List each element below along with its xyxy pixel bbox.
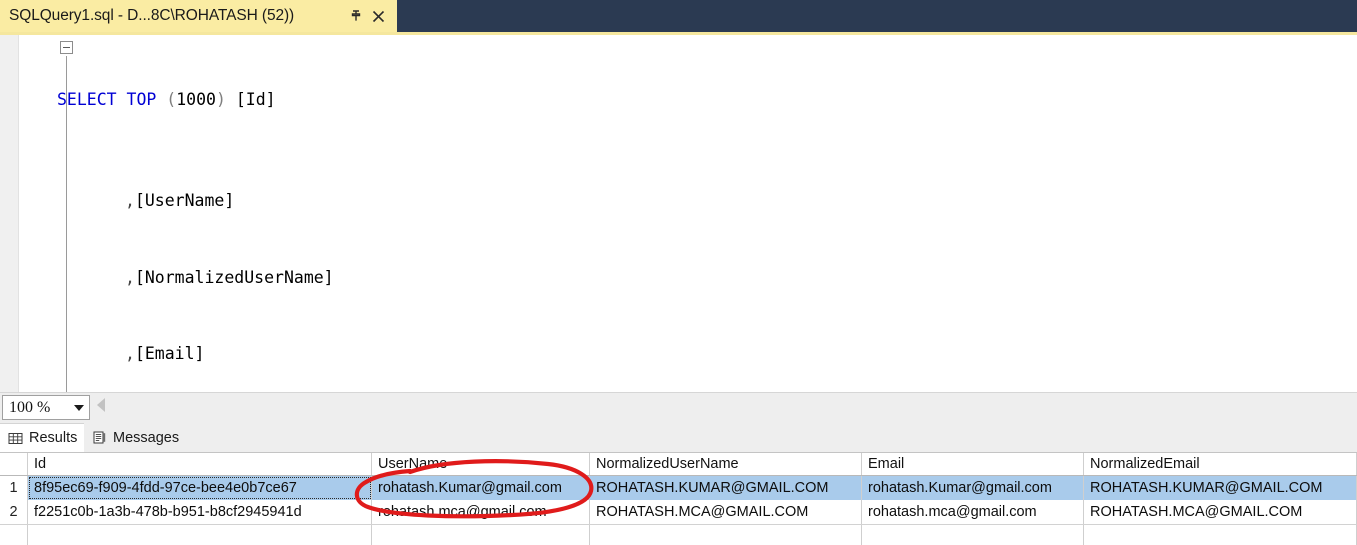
column-header-email[interactable]: Email bbox=[862, 453, 1084, 475]
cell-normalizedemail[interactable]: ROHATASH.MCA@GMAIL.COM bbox=[1084, 500, 1357, 524]
empty-rownum bbox=[0, 525, 28, 545]
message-document-icon bbox=[92, 430, 107, 445]
results-grid-header-row: Id UserName NormalizedUserName Email Nor… bbox=[0, 453, 1357, 476]
code-line-column: ,[Email] bbox=[57, 341, 353, 366]
column-header-normalizedemail[interactable]: NormalizedEmail bbox=[1084, 453, 1357, 475]
sql-column-name: [UserName] bbox=[134, 191, 235, 211]
zoom-level-select[interactable]: 100 % bbox=[2, 395, 90, 420]
row-number[interactable]: 1 bbox=[0, 476, 28, 500]
cell-email[interactable]: rohatash.Kumar@gmail.com bbox=[862, 476, 1084, 500]
empty-cell bbox=[862, 525, 1084, 545]
table-row[interactable]: 2 f2251c0b-1a3b-478b-b951-b8cf2945941d r… bbox=[0, 500, 1357, 524]
sql-column-id: [Id] bbox=[235, 89, 276, 109]
column-header-username[interactable]: UserName bbox=[372, 453, 590, 475]
tab-messages-label: Messages bbox=[113, 429, 180, 446]
empty-cell bbox=[28, 525, 372, 545]
sql-comma: , bbox=[125, 343, 135, 363]
tab-results[interactable]: Results bbox=[0, 423, 89, 452]
results-pane-tabstrip: Results Messages bbox=[0, 422, 1357, 452]
cell-normalizedemail[interactable]: ROHATASH.KUMAR@GMAIL.COM bbox=[1084, 476, 1357, 500]
cell-username[interactable]: rohatash.mca@gmail.com bbox=[372, 500, 590, 524]
sql-editor[interactable]: SELECT TOP (1000) [Id] ,[UserName] ,[Nor… bbox=[0, 35, 1357, 392]
zoom-level-value: 100 % bbox=[9, 398, 51, 416]
editor-gutter bbox=[19, 35, 73, 392]
tab-results-label: Results bbox=[29, 430, 78, 446]
code-line-column: ,[NormalizedUserName] bbox=[57, 265, 353, 290]
results-grid[interactable]: Id UserName NormalizedUserName Email Nor… bbox=[0, 452, 1357, 545]
sql-code-text: SELECT TOP (1000) [Id] ,[UserName] ,[Nor… bbox=[57, 36, 353, 392]
close-icon[interactable] bbox=[367, 4, 389, 28]
cell-id[interactable]: 8f95ec69-f909-4fdd-97ce-bee4e0b7ce67 bbox=[28, 476, 372, 500]
tab-messages[interactable]: Messages bbox=[84, 423, 190, 452]
document-tab-sqlquery1[interactable]: SQLQuery1.sql - D...8C\ROHATASH (52)) bbox=[0, 0, 397, 32]
cell-username[interactable]: rohatash.Kumar@gmail.com bbox=[372, 476, 590, 500]
empty-cell bbox=[372, 525, 590, 545]
row-header-corner[interactable] bbox=[0, 453, 28, 475]
cell-email[interactable]: rohatash.mca@gmail.com bbox=[862, 500, 1084, 524]
sql-column-name: [Email] bbox=[134, 343, 205, 363]
table-row[interactable]: 1 8f95ec69-f909-4fdd-97ce-bee4e0b7ce67 r… bbox=[0, 476, 1357, 500]
cell-id[interactable]: f2251c0b-1a3b-478b-b951-b8cf2945941d bbox=[28, 500, 372, 524]
pin-icon[interactable] bbox=[345, 4, 367, 28]
sql-close-paren: ) bbox=[215, 89, 226, 109]
scroll-left-arrow-icon[interactable] bbox=[97, 398, 105, 412]
chevron-down-icon[interactable] bbox=[69, 404, 89, 411]
results-grid-empty-area bbox=[0, 524, 1357, 545]
column-header-normalizedusername[interactable]: NormalizedUserName bbox=[590, 453, 862, 475]
empty-cell bbox=[590, 525, 862, 545]
sql-open-paren: ( bbox=[166, 89, 177, 109]
editor-selection-margin bbox=[0, 35, 19, 392]
grid-icon bbox=[8, 431, 23, 446]
sql-keyword-select: SELECT TOP bbox=[57, 89, 157, 109]
code-line-column: ,[UserName] bbox=[57, 188, 353, 213]
empty-cell bbox=[1084, 525, 1357, 545]
editor-zoom-bar: 100 % bbox=[0, 392, 1357, 423]
sql-column-name: [NormalizedUserName] bbox=[134, 267, 334, 287]
row-number[interactable]: 2 bbox=[0, 500, 28, 524]
cell-normalizedusername[interactable]: ROHATASH.MCA@GMAIL.COM bbox=[590, 500, 862, 524]
column-header-id[interactable]: Id bbox=[28, 453, 372, 475]
sql-comma: , bbox=[125, 191, 135, 211]
ssms-window: SQLQuery1.sql - D...8C\ROHATASH (52)) SE… bbox=[0, 0, 1357, 545]
document-tab-label: SQLQuery1.sql - D...8C\ROHATASH (52)) bbox=[9, 7, 295, 24]
sql-top-count: 1000 bbox=[176, 89, 216, 109]
code-line-select: SELECT TOP (1000) [Id] bbox=[57, 87, 353, 112]
cell-normalizedusername[interactable]: ROHATASH.KUMAR@GMAIL.COM bbox=[590, 476, 862, 500]
sql-comma: , bbox=[125, 267, 135, 287]
